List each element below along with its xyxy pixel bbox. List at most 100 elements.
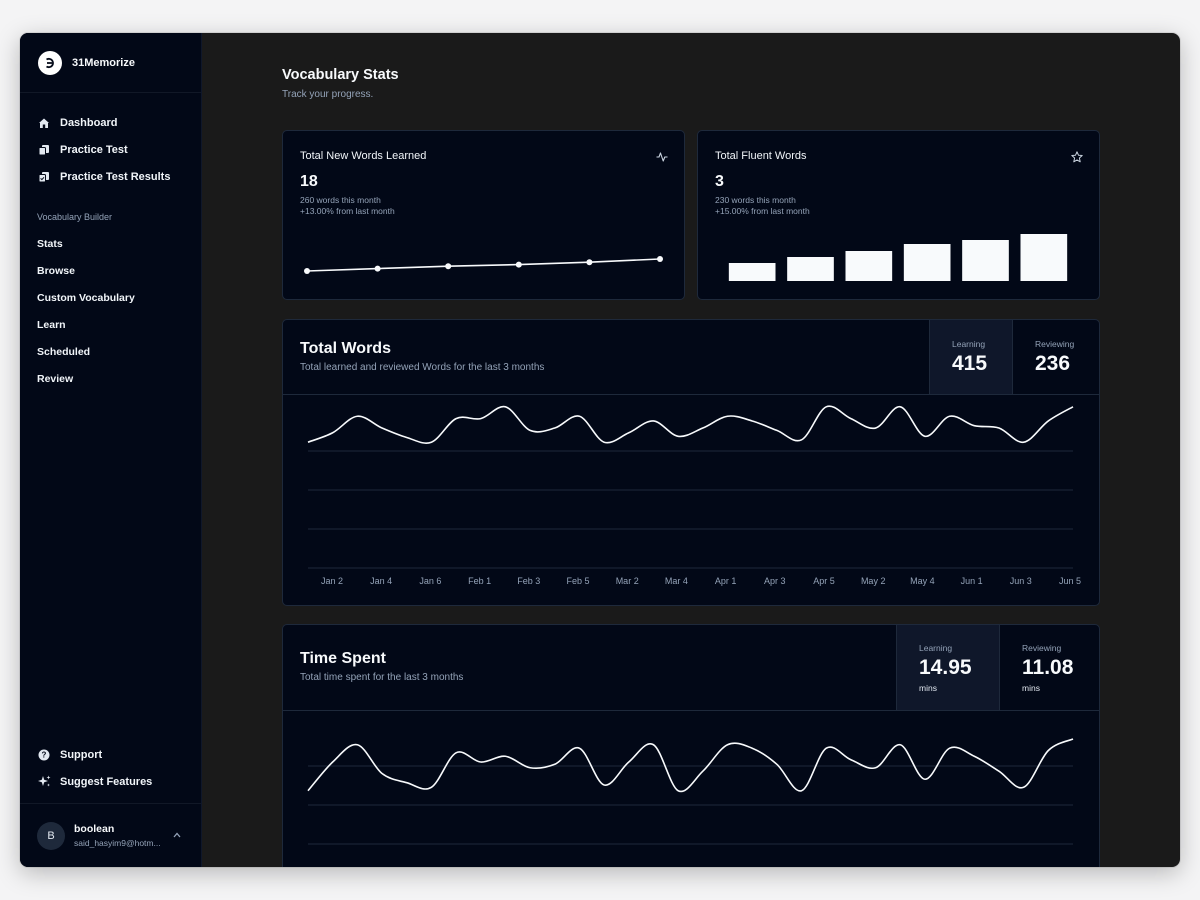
x-tick-label: Apr 5 [813,576,835,586]
help-circle-icon: ? [37,748,51,762]
sidebar-nav: Dashboard Practice Test Practice Test Re… [20,93,201,392]
reviewing-stat-tab[interactable]: Reviewing 11.08 mins [999,625,1099,710]
stat-label: Learning [952,338,986,349]
data-point [304,268,310,274]
brand-name: 31Memorize [72,56,135,69]
card-title: Time Spent [300,650,386,667]
sidebar-item-learn[interactable]: Learn [37,311,184,338]
sparkles-icon [37,775,51,789]
x-tick-label: Mar 4 [665,576,688,586]
stat-value: 415 [952,351,988,375]
sidebar-item-label: Practice Test Results [60,170,171,183]
bar [962,240,1009,281]
data-point [586,259,593,266]
card-value: 18 [300,173,318,190]
bar [787,257,834,281]
new-words-card: Total New Words Learned 18 260 words thi… [282,130,685,300]
bar [845,251,893,281]
main-content: Vocabulary Stats Track your progress. To… [202,33,1180,867]
series-line [307,405,1074,444]
x-tick-label: Feb 5 [566,576,589,586]
card-note-change: +15.00% from last month [715,206,810,216]
sidebar-item-label: Support [60,748,103,761]
bar [1020,234,1068,281]
fluent-words-card: Total Fluent Words 3 230 words this mont… [697,130,1100,300]
section-label-vocabulary-builder: Vocabulary Builder [37,212,113,222]
sidebar: 31Memorize Dashboard Practice Test Pract… [20,33,202,867]
sidebar-item-suggest-features[interactable]: Suggest Features [37,768,187,795]
user-menu[interactable]: B boolean said_hasyim9@hotm... [20,803,201,867]
sidebar-item-scheduled[interactable]: Scheduled [37,338,184,365]
x-tick-label: May 4 [910,576,935,586]
reviewing-stat-tab[interactable]: Reviewing 236 [1012,320,1099,394]
avatar: B [37,821,65,850]
card-title: Total New Words Learned [300,150,427,162]
x-tick-label: Jun 1 [961,576,983,586]
user-name: boolean [74,823,115,835]
total-words-line-chart: Jan 2 Jan 4 Jan 6 Feb 1 Feb 3 Feb 5 Mar 2 Mar 4… [307,405,1081,586]
sidebar-item-review[interactable]: Review [37,365,184,392]
x-tick-label: Mar 2 [616,576,639,586]
time-spent-card: Time Spent Total time spent for the last… [282,624,1100,867]
card-subtitle: Total time spent for the last 3 months [300,672,464,683]
data-point [515,261,522,268]
sidebar-item-custom-vocabulary[interactable]: Custom Vocabulary [37,284,184,311]
card-subtitle: Total learned and reviewed Words for the… [300,362,545,373]
fluent-words-bar-chart [728,234,1068,281]
stat-value: 236 [1035,351,1071,375]
chevron-up-icon[interactable] [173,830,181,841]
x-tick-label: Jun 3 [1010,576,1032,586]
stat-label: Reviewing [1022,642,1062,653]
sidebar-item-label: Suggest Features [60,775,153,788]
card-note-month: 260 words this month [300,195,381,205]
sidebar-item-stats[interactable]: Stats [37,230,184,257]
sidebar-item-dashboard[interactable]: Dashboard [37,109,184,136]
series-line [307,738,1074,793]
brand[interactable]: 31Memorize [20,33,201,93]
brand-logo-icon [38,50,62,75]
home-icon [37,116,51,130]
sidebar-item-browse[interactable]: Browse [37,257,184,284]
x-tick-label: Jun 5 [1059,576,1081,586]
activity-icon [656,150,668,162]
x-tick-label: Jan 4 [370,576,392,586]
x-tick-label: Feb 1 [468,576,491,586]
new-words-line-chart [304,256,663,274]
app-window: 31Memorize Dashboard Practice Test Pract… [20,33,1180,867]
svg-text:?: ? [42,750,47,759]
sidebar-item-practice-test-results[interactable]: Practice Test Results [37,163,184,190]
x-tick-label: Apr 1 [715,576,737,586]
sidebar-bottom-nav: ? Support Suggest Features [37,741,187,795]
series-line [306,258,661,272]
x-tick-label: Jan 2 [321,576,343,586]
x-tick-label: May 2 [861,576,886,586]
total-words-card: Total Words Total learned and reviewed W… [282,319,1100,606]
data-point [445,263,452,270]
x-tick-label: Apr 3 [764,576,786,586]
x-tick-label: Jan 6 [419,576,441,586]
file-check-icon [37,170,51,184]
bar [728,263,776,281]
stat-label: Reviewing [1035,338,1075,349]
card-value: 3 [715,173,724,190]
x-tick-label: Feb 3 [517,576,540,586]
files-icon [37,143,51,157]
card-note-change: +13.00% from last month [300,206,395,216]
page-title: Vocabulary Stats [282,67,399,83]
bar [903,244,951,281]
page-subtitle: Track your progress. [282,89,374,100]
star-icon [1071,150,1083,163]
sidebar-item-support[interactable]: ? Support [37,741,187,768]
card-title: Total Fluent Words [715,150,807,162]
user-email: said_hasyim9@hotm... [74,838,161,848]
card-note-month: 230 words this month [715,195,796,205]
data-point [657,256,663,262]
sidebar-item-practice-test[interactable]: Practice Test [37,136,184,163]
stat-value: 14.95 [919,655,972,679]
stat-unit: mins [1022,682,1040,693]
learning-stat-tab[interactable]: Learning 14.95 mins [896,625,999,710]
sidebar-item-label: Practice Test [60,143,128,156]
card-title: Total Words [300,340,391,357]
learning-stat-tab[interactable]: Learning 415 [929,320,1012,394]
sidebar-item-label: Dashboard [60,116,118,129]
